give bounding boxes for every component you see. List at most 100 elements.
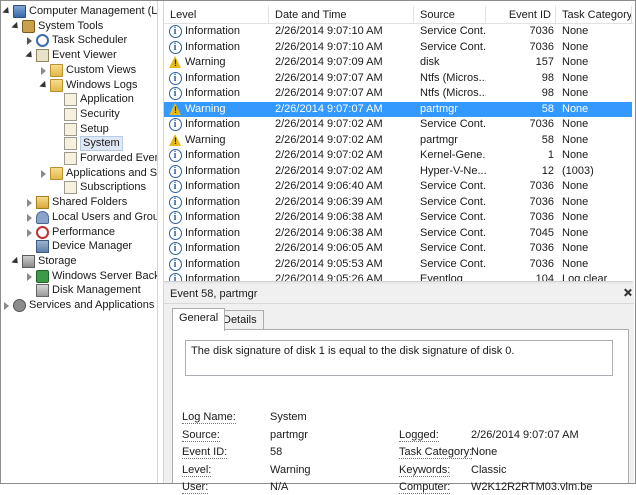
expanded-arrow-icon[interactable] <box>11 257 20 266</box>
tree-item-windows-logs[interactable]: Windows Logs <box>39 78 138 93</box>
tree-item-services-and-applications[interactable]: Services and Applications <box>2 298 154 313</box>
tree-item-forwarded-event[interactable]: Forwarded Event <box>53 151 157 166</box>
collapsed-arrow-icon[interactable] <box>25 228 34 237</box>
event-row[interactable]: Information 2/26/2014 9:05:53 AM Service C… <box>164 257 632 273</box>
event-id-cell: 7045 <box>529 226 554 239</box>
tree-item-label: System <box>80 136 123 152</box>
collapsed-arrow-icon[interactable] <box>25 198 34 208</box>
event-row[interactable]: Information 2/26/2014 9:06:40 AM Service C… <box>164 179 632 195</box>
event-row[interactable]: Information 2/26/2014 9:07:07 AM Ntfs (Mic… <box>164 71 632 87</box>
event-row[interactable]: Information 2/26/2014 9:06:38 AM Service C… <box>164 226 632 242</box>
column-level-header[interactable]: Level <box>164 6 269 24</box>
event-row[interactable]: Information 2/26/2014 9:07:02 AM Kernel-Ge… <box>164 148 632 164</box>
column-task-category-header[interactable]: Task Category <box>556 6 632 24</box>
tree-item-computer-management-local[interactable]: Computer Management (Local <box>2 4 157 19</box>
date-time-cell: 2/26/2014 9:07:10 AM <box>275 25 383 37</box>
log-icon <box>64 107 77 121</box>
collapsed-arrow-icon[interactable] <box>25 213 34 222</box>
level-cell: Information <box>185 87 241 99</box>
source-cell: partmgr <box>420 102 458 115</box>
property-value[interactable]: Warning <box>270 463 311 478</box>
tree-item-applications-and-se[interactable]: Applications and Se <box>39 166 157 181</box>
event-row[interactable]: Warning 2/26/2014 9:07:09 AM disk 157 None <box>164 55 632 71</box>
event-row[interactable]: Information 2/26/2014 9:06:05 AM Service C… <box>164 241 632 257</box>
tab-general[interactable]: General <box>172 308 226 331</box>
column-source-header[interactable]: Source <box>414 6 486 24</box>
collapsed-arrow-icon[interactable] <box>2 301 11 310</box>
property-value[interactable]: System <box>270 410 307 425</box>
tree-item-application[interactable]: Application <box>53 92 134 107</box>
expanded-arrow-icon[interactable] <box>25 51 34 60</box>
level-cell: Information <box>185 180 241 192</box>
tree-item-shared-folders[interactable]: Shared Folders <box>25 195 127 210</box>
tree-item-system[interactable]: System <box>53 136 123 152</box>
expanded-arrow-icon[interactable] <box>11 22 20 31</box>
event-row[interactable]: Warning 2/26/2014 9:07:07 AM partmgr 58 None <box>164 101 632 117</box>
collapsed-arrow-icon[interactable] <box>25 272 34 281</box>
event-row[interactable]: Warning 2/26/2014 9:07:02 AM partmgr 58 None <box>164 133 632 149</box>
property-value[interactable]: N/A <box>270 480 288 495</box>
source-cell: Ntfs (Micros... <box>420 71 486 84</box>
task-category-cell: None <box>562 242 589 254</box>
folder-icon <box>50 78 63 92</box>
tree-item-system-tools[interactable]: System Tools <box>11 19 103 34</box>
tree-item-performance[interactable]: Performance <box>25 225 115 240</box>
event-row[interactable]: Information 2/26/2014 9:07:10 AM Service C… <box>164 40 632 56</box>
column-event-id-header[interactable]: Event ID <box>486 6 556 24</box>
tree-item-local-users-and-groups[interactable]: Local Users and Groups <box>25 210 157 225</box>
property-key: Keywords: <box>399 463 451 477</box>
event-row[interactable]: Information 2/26/2014 9:07:10 AM Service C… <box>164 24 632 40</box>
level-cell: Information <box>185 211 241 223</box>
task-category-cell: None <box>562 87 589 99</box>
event-row[interactable]: Information 2/26/2014 9:07:02 AM Hyper-V-N… <box>164 164 632 180</box>
task-category-cell: (1003) <box>562 164 594 177</box>
property-value[interactable]: 58 <box>270 445 282 460</box>
tree-item-disk-management[interactable]: Disk Management <box>25 283 141 298</box>
tree-item-windows-server-backup[interactable]: Windows Server Backup <box>25 269 157 284</box>
date-time-cell: 2/26/2014 9:07:02 AM <box>275 164 383 177</box>
property-value[interactable]: W2K12R2RTM03.vlm.be <box>471 480 592 495</box>
event-row[interactable]: Information 2/26/2014 9:06:38 AM Service C… <box>164 210 632 226</box>
tree-item-device-manager[interactable]: Device Manager <box>25 239 132 254</box>
task-category-cell: None <box>562 226 589 239</box>
column-date-time-header[interactable]: Date and Time <box>269 6 414 24</box>
property-value[interactable]: partmgr <box>270 428 308 443</box>
tree-item-task-scheduler[interactable]: Task Scheduler <box>25 33 127 48</box>
computer-icon <box>13 5 26 18</box>
event-row[interactable]: Information 2/26/2014 9:07:07 AM Ntfs (Mic… <box>164 86 632 102</box>
event-row[interactable]: Information 2/26/2014 9:05:26 AM Eventlog 1… <box>164 272 632 281</box>
collapsed-arrow-icon[interactable] <box>39 169 48 178</box>
level-cell: Warning <box>185 102 226 115</box>
expanded-arrow-icon[interactable] <box>2 7 11 16</box>
tree-item-storage[interactable]: Storage <box>11 254 77 269</box>
date-time-cell: 2/26/2014 9:07:02 AM <box>275 118 383 130</box>
event-row[interactable]: Information 2/26/2014 9:07:02 AM Service C… <box>164 117 632 133</box>
tree-item-subscriptions[interactable]: Subscriptions <box>53 180 146 195</box>
tree-item-event-viewer[interactable]: Event Viewer <box>25 48 117 63</box>
property-label: Task Category: <box>399 445 473 460</box>
tree-item-setup[interactable]: Setup <box>53 122 109 137</box>
folder-icon <box>50 63 63 77</box>
expanded-arrow-icon[interactable] <box>39 81 48 90</box>
date-time-cell: 2/26/2014 9:07:07 AM <box>275 87 383 99</box>
property-value[interactable]: Classic <box>471 463 506 478</box>
event-id-cell: 58 <box>541 102 554 115</box>
source-cell: Service Cont... <box>420 211 486 223</box>
task-category-cell: None <box>562 257 589 270</box>
event-description[interactable]: The disk signature of disk 1 is equal to… <box>185 340 613 376</box>
collapsed-arrow-icon[interactable] <box>39 66 48 75</box>
date-time-cell: 2/26/2014 9:07:07 AM <box>275 71 383 84</box>
log-icon <box>64 137 77 151</box>
property-value[interactable]: 2/26/2014 9:07:07 AM <box>471 428 579 443</box>
event-row[interactable]: Information 2/26/2014 9:06:39 AM Service C… <box>164 195 632 211</box>
tree-item-security[interactable]: Security <box>53 107 120 122</box>
date-time-cell: 2/26/2014 9:06:38 AM <box>275 211 383 223</box>
information-icon <box>169 149 182 162</box>
tree-item-custom-views[interactable]: Custom Views <box>39 63 136 78</box>
close-icon[interactable] <box>623 288 632 297</box>
property-label: Source: <box>182 428 220 443</box>
storage-icon <box>22 254 35 268</box>
property-value[interactable]: None <box>471 445 497 460</box>
collapsed-arrow-icon[interactable] <box>25 36 34 46</box>
level-cell: Information <box>185 40 241 53</box>
